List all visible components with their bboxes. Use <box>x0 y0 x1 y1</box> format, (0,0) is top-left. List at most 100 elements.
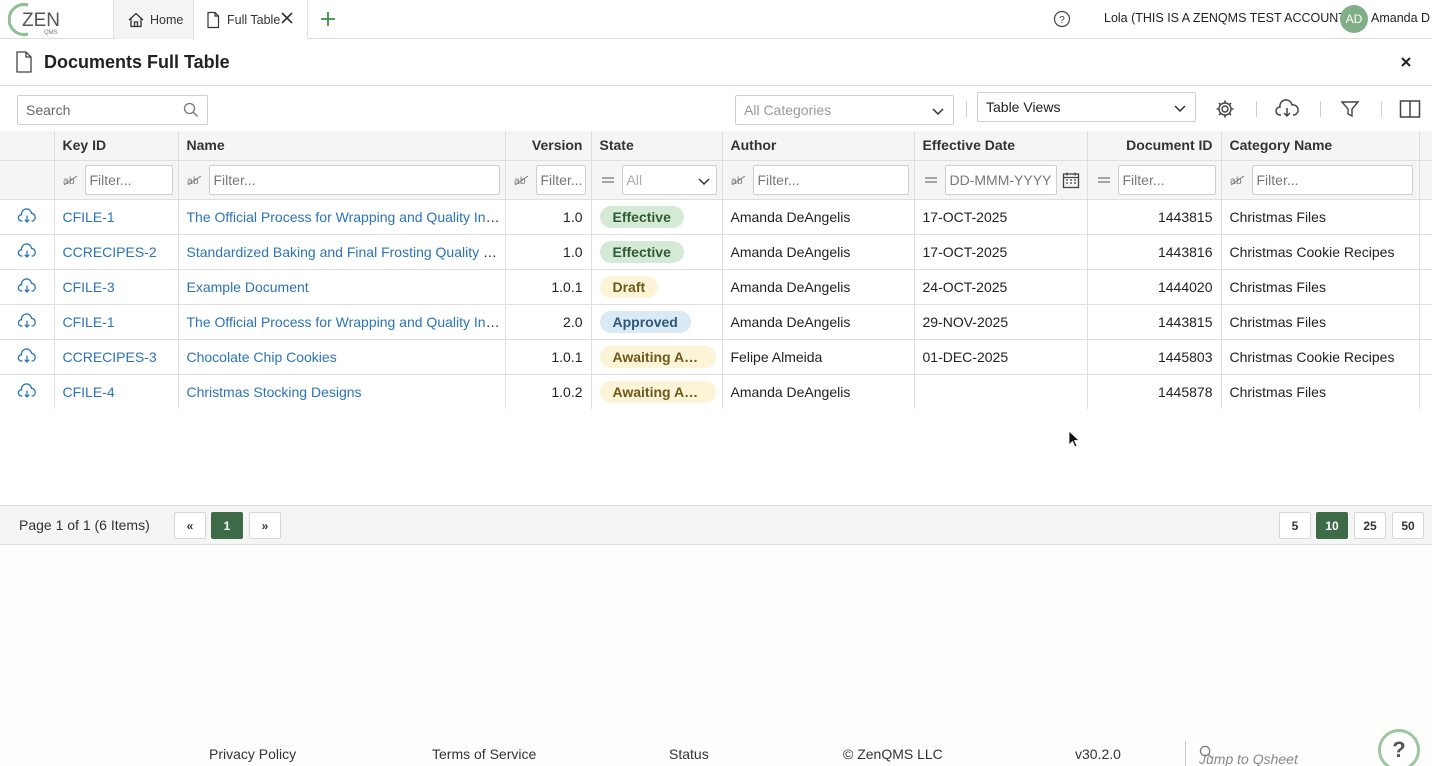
page-size-10-button[interactable]: 10 <box>1316 512 1348 539</box>
last-page-button[interactable]: » <box>249 512 281 539</box>
page-size-50-button[interactable]: 50 <box>1392 512 1424 539</box>
close-page-icon[interactable] <box>1396 52 1416 72</box>
table-row[interactable]: CCRECIPES-2 Standardized Baking and Final… <box>0 234 1432 270</box>
header-document-id[interactable]: Document ID <box>1087 131 1222 161</box>
add-tab-button[interactable] <box>316 7 340 31</box>
filter-state-select[interactable]: All <box>621 164 717 195</box>
table-row[interactable]: CFILE-3 Example Document 1.0.1 Draft Amanda … <box>0 269 1432 305</box>
close-tab-icon[interactable] <box>279 9 295 27</box>
privacy-policy-link[interactable]: Privacy Policy <box>209 746 296 762</box>
version-cell: 1.0.1 <box>505 339 592 375</box>
table-row[interactable]: CCRECIPES-3 Chocolate Chip Cookies 1.0.1 Aw… <box>0 339 1432 375</box>
filter-operator-icon[interactable]: ab <box>185 172 205 188</box>
terms-of-service-link[interactable]: Terms of Service <box>432 746 536 762</box>
document-name-link[interactable]: Standardized Baking and Final Frosting Q… <box>187 244 505 260</box>
key-id-link[interactable]: CFILE-4 <box>63 384 115 400</box>
document-id-cell: 1444020 <box>1087 269 1222 305</box>
filter-state-value: All <box>626 171 643 188</box>
equals-operator-icon[interactable] <box>921 172 941 188</box>
filter-author-input[interactable] <box>752 164 909 195</box>
download-icon[interactable] <box>0 278 53 295</box>
document-name-link[interactable]: Chocolate Chip Cookies <box>187 349 337 365</box>
header-key-id[interactable]: Key ID <box>54 131 179 161</box>
cloud-download-icon[interactable] <box>1275 97 1299 121</box>
state-cell: Awaiting Approval <box>591 374 723 410</box>
header-version[interactable]: Version <box>505 131 592 161</box>
page-size-5-button[interactable]: 5 <box>1279 512 1311 539</box>
filter-effective-date-input[interactable] <box>944 164 1057 195</box>
filter-version-input[interactable] <box>535 164 586 195</box>
filter-category-name-input[interactable] <box>1251 164 1413 195</box>
version-cell: 2.0 <box>505 304 592 340</box>
chevron-down-icon <box>697 177 710 185</box>
table-row[interactable]: CFILE-1 The Official Process for Wrapping… <box>0 304 1432 340</box>
download-icon[interactable] <box>0 208 53 225</box>
document-name-link[interactable]: Christmas Stocking Designs <box>187 384 362 400</box>
search-input[interactable] <box>18 96 168 124</box>
filter-operator-icon[interactable]: ab <box>729 172 749 188</box>
table-row[interactable]: CFILE-4 Christmas Stocking Designs 1.0.2 Aw… <box>0 374 1432 410</box>
page-1-button[interactable]: 1 <box>211 512 243 539</box>
calendar-icon[interactable] <box>1061 172 1081 188</box>
document-name-link[interactable]: The Official Process for Wrapping and Qu… <box>187 209 505 225</box>
download-icon[interactable] <box>0 313 53 330</box>
column-chooser-icon[interactable] <box>1398 97 1422 121</box>
avatar[interactable]: AD <box>1340 5 1368 33</box>
download-icon[interactable] <box>0 383 53 400</box>
account-name[interactable]: Lola (THIS IS A ZENQMS TEST ACCOUNT) <box>1104 11 1350 25</box>
key-id-link[interactable]: CFILE-1 <box>63 314 115 330</box>
tab-home-label: Home <box>150 12 184 27</box>
first-page-button[interactable]: « <box>174 512 206 539</box>
author-cell: Amanda DeAngelis <box>722 374 915 410</box>
table-row[interactable]: CFILE-1 The Official Process for Wrapping… <box>0 199 1432 235</box>
document-id-cell: 1443816 <box>1087 234 1222 270</box>
filter-document-id-input[interactable] <box>1117 164 1216 195</box>
pager-info: Page 1 of 1 (6 Items) <box>19 517 150 533</box>
document-name-link[interactable]: The Official Process for Wrapping and Qu… <box>187 314 505 330</box>
jump-to-qsheet-label: Jump to Qsheet <box>1199 751 1298 766</box>
filter-operator-icon[interactable]: ab <box>1228 172 1248 188</box>
filter-cell-key-id: ab <box>54 160 179 200</box>
help-icon[interactable]: ? <box>1052 9 1072 29</box>
header-name[interactable]: Name <box>178 131 506 161</box>
key-id-link[interactable]: CCRECIPES-3 <box>63 349 157 365</box>
zenqms-logo[interactable]: ZEN QMS <box>7 1 108 37</box>
status-badge: Draft <box>599 275 659 298</box>
document-name-link[interactable]: Example Document <box>187 279 309 295</box>
settings-gear-icon[interactable] <box>1213 97 1237 121</box>
logo-mark-icon: ZEN QMS <box>7 3 60 36</box>
equals-operator-icon[interactable] <box>598 172 618 188</box>
header-author[interactable]: Author <box>722 131 915 161</box>
key-id-link[interactable]: CFILE-1 <box>63 209 115 225</box>
document-icon <box>204 11 222 29</box>
key-id-link[interactable]: CFILE-3 <box>63 279 115 295</box>
download-icon[interactable] <box>0 348 53 365</box>
filter-key-id-input[interactable] <box>84 164 173 195</box>
equals-operator-icon[interactable] <box>1094 172 1114 188</box>
header-effective-date[interactable]: Effective Date <box>914 131 1088 161</box>
category-select-value: All Categories <box>744 102 832 118</box>
document-id-cell: 1445878 <box>1087 374 1222 410</box>
user-name[interactable]: Amanda D <box>1371 11 1430 25</box>
filter-icon[interactable] <box>1338 97 1362 121</box>
header-state[interactable]: State <box>591 131 723 161</box>
page-size-25-button[interactable]: 25 <box>1354 512 1386 539</box>
table-views-select[interactable]: Table Views <box>977 92 1196 122</box>
row-spacer <box>1419 339 1432 375</box>
header-category-name[interactable]: Category Name <box>1221 131 1420 161</box>
category-select[interactable]: All Categories <box>735 95 954 125</box>
filter-operator-icon[interactable]: ab <box>512 172 532 188</box>
row-download-cell <box>0 374 55 410</box>
status-link[interactable]: Status <box>669 746 709 762</box>
search-icon[interactable] <box>183 102 199 118</box>
jump-to-qsheet[interactable]: Jump to Qsheet <box>1199 745 1298 766</box>
tab-full-table[interactable]: Full Table <box>193 0 308 39</box>
download-icon[interactable] <box>0 243 53 260</box>
filter-name-input[interactable] <box>208 164 500 195</box>
key-id-link[interactable]: CCRECIPES-2 <box>63 244 157 260</box>
help-widget-button[interactable]: ? <box>1378 729 1420 766</box>
name-cell: The Official Process for Wrapping and Qu… <box>178 199 506 235</box>
filter-operator-icon[interactable]: ab <box>61 172 81 188</box>
tab-home[interactable]: Home <box>113 0 193 39</box>
row-spacer <box>1419 269 1432 305</box>
